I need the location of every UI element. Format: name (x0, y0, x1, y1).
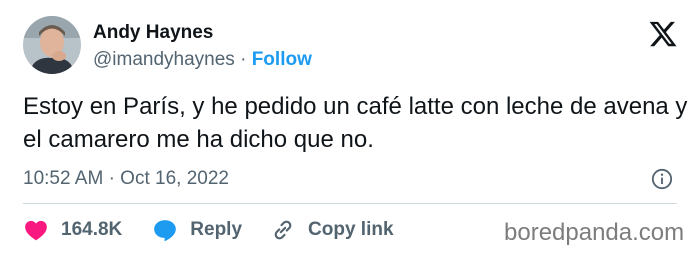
reply-button[interactable]: Reply (152, 217, 242, 243)
tweet-time: 10:52 AM (23, 168, 104, 189)
x-logo-icon[interactable] (648, 19, 678, 49)
avatar[interactable] (23, 16, 81, 74)
tweet-text: Estoy en París, y he pedido un café latt… (23, 93, 688, 153)
avatar-image (23, 16, 81, 74)
heart-icon (25, 220, 47, 241)
like-count: 164.8K (61, 219, 123, 240)
like-button[interactable]: 164.8K (23, 217, 122, 243)
author-name[interactable]: Andy Haynes (93, 21, 213, 45)
follow-button[interactable]: Follow (252, 49, 312, 70)
handle-separator: · (240, 49, 247, 70)
watermark: boredpanda.com (504, 219, 685, 246)
meta-separator: · (108, 168, 115, 189)
speech-bubble-icon (154, 220, 177, 242)
link-icon (274, 220, 292, 240)
copy-link-label: Copy link (308, 219, 394, 240)
action-bar: 164.8K Reply Copy link (23, 215, 394, 245)
reply-label: Reply (190, 219, 243, 240)
info-icon[interactable] (651, 168, 673, 190)
divider (23, 203, 677, 204)
author-handle[interactable]: @imandyhaynes (93, 49, 235, 70)
author-handle-row: @imandyhaynes · Follow (93, 48, 312, 72)
tweet-timestamp[interactable]: 10:52 AM · Oct 16, 2022 (23, 167, 229, 191)
copy-link-button[interactable]: Copy link (270, 217, 394, 243)
tweet-date: Oct 16, 2022 (120, 168, 229, 189)
